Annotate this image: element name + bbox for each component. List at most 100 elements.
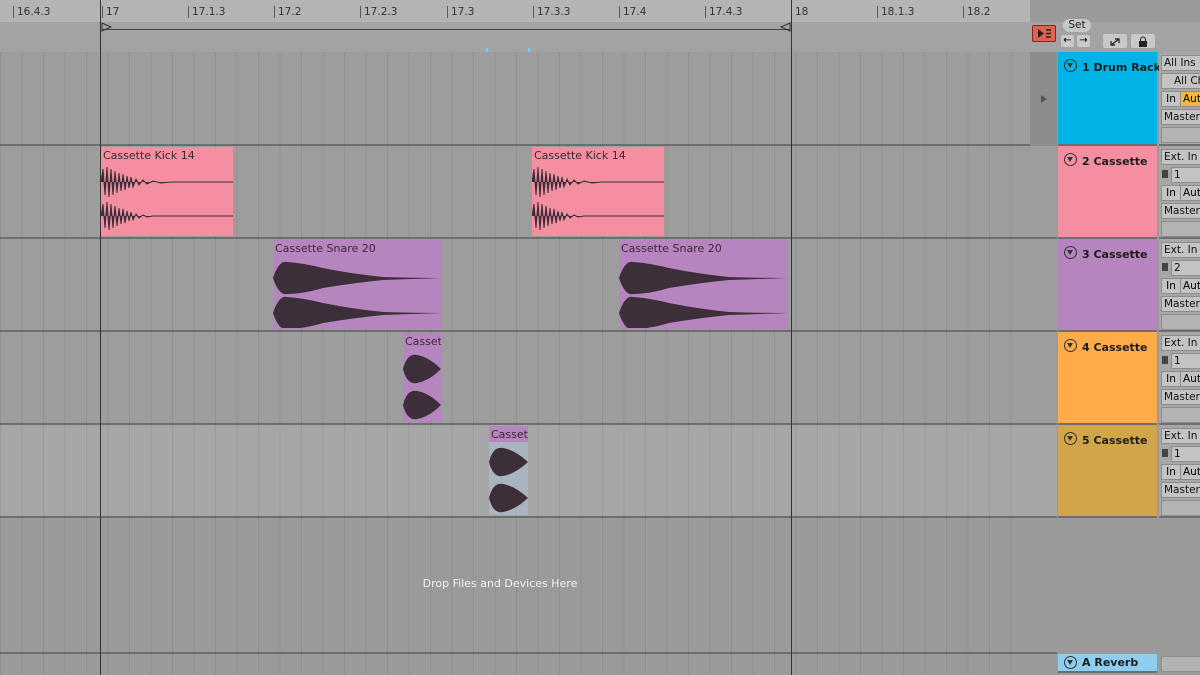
audio-clip-short[interactable]: Casset xyxy=(403,333,441,422)
expand-button[interactable] xyxy=(1103,34,1127,48)
chevron-down-icon[interactable] xyxy=(1064,246,1077,259)
drop-zone[interactable]: Drop Files and Devices Here xyxy=(0,518,1057,654)
checkbox-icon[interactable] xyxy=(1162,356,1168,364)
input-channel-select[interactable]: 2 xyxy=(1171,260,1200,276)
chevron-down-icon[interactable] xyxy=(1064,59,1077,72)
input-type-select[interactable]: Ext. In xyxy=(1161,149,1200,165)
output-channel-select[interactable] xyxy=(1161,314,1200,330)
clip-name: Cassette Kick 14 xyxy=(103,149,195,162)
input-channel-select[interactable]: 1 xyxy=(1171,446,1200,462)
output-channel-select[interactable] xyxy=(1161,221,1200,237)
back-to-arrangement-button[interactable] xyxy=(1032,25,1056,42)
ruler-tick: 17.2.3 xyxy=(360,6,397,18)
track-name[interactable]: A Reverb xyxy=(1082,656,1138,669)
lock-button[interactable] xyxy=(1131,34,1155,48)
audio-clip-kick[interactable]: Cassette Kick 14 xyxy=(101,147,233,236)
play-list-icon xyxy=(1038,29,1051,38)
input-type-select[interactable]: All Ins xyxy=(1161,55,1200,71)
monitor-auto-button[interactable]: Auto xyxy=(1180,371,1200,387)
arrow-right-icon[interactable]: → xyxy=(1077,35,1090,47)
drum-rack-expand-strip[interactable] xyxy=(1030,52,1057,146)
ruler-tick: 17 xyxy=(102,6,119,18)
chevron-down-icon[interactable] xyxy=(1064,153,1077,166)
triangle-right-icon xyxy=(1041,95,1047,103)
output-select[interactable]: Master xyxy=(1161,109,1200,125)
ruler-tick: 16.4.3 xyxy=(13,6,50,18)
checkbox-icon[interactable] xyxy=(1162,449,1168,457)
return-output-box[interactable] xyxy=(1161,656,1200,672)
output-channel-select[interactable] xyxy=(1161,500,1200,516)
output-select[interactable]: Master xyxy=(1161,203,1200,219)
track-lane-return-a[interactable] xyxy=(0,654,1057,675)
track-header-cassette-4[interactable]: 4 Cassette xyxy=(1058,332,1157,425)
monitor-in-button[interactable]: In xyxy=(1161,464,1181,480)
monitor-in-button[interactable]: In xyxy=(1161,185,1181,201)
input-type-select[interactable]: Ext. In xyxy=(1161,428,1200,444)
loop-start-marker-icon[interactable] xyxy=(101,22,113,34)
expand-icon xyxy=(1110,38,1120,46)
clip-name: Cassette Kick 14 xyxy=(534,149,626,162)
ruler-tick: 17.2 xyxy=(274,6,301,18)
waveform xyxy=(619,261,788,328)
track-name[interactable]: 1 Drum Rack xyxy=(1082,61,1161,74)
output-select[interactable]: Master xyxy=(1161,389,1200,405)
monitor-auto-button[interactable]: Auto xyxy=(1180,185,1200,201)
monitor-in-button[interactable]: In xyxy=(1161,278,1181,294)
waveform xyxy=(532,166,664,231)
output-select[interactable]: Master xyxy=(1161,482,1200,498)
track-header-cassette-3[interactable]: 3 Cassette xyxy=(1058,239,1157,332)
lock-icon xyxy=(1139,36,1147,47)
set-button[interactable]: Set xyxy=(1063,19,1091,32)
audio-clip-snare[interactable]: Cassette Snare 20 xyxy=(619,240,788,329)
track-header-cassette-2[interactable]: 2 Cassette xyxy=(1058,146,1157,239)
io-section-drum-rack: All Ins All Ch In Auto Master xyxy=(1159,52,1200,146)
monitor-in-button[interactable]: In xyxy=(1161,371,1181,387)
checkbox-icon[interactable] xyxy=(1162,170,1168,178)
ruler-tick: 17.4.3 xyxy=(705,6,742,18)
audio-clip-kick[interactable]: Cassette Kick 14 xyxy=(532,147,664,236)
monitor-in-button[interactable]: In xyxy=(1161,91,1181,107)
track-header-drum-rack[interactable]: 1 Drum Rack xyxy=(1058,52,1161,146)
track-lane-cassette-4[interactable] xyxy=(0,332,1057,425)
waveform xyxy=(273,261,442,328)
track-name[interactable]: 2 Cassette xyxy=(1082,155,1148,168)
track-name[interactable]: 3 Cassette xyxy=(1082,248,1148,261)
audio-clip-snare[interactable]: Cassette Snare 20 xyxy=(273,240,442,329)
track-lane-cassette-3[interactable] xyxy=(0,239,1057,332)
checkbox-icon[interactable] xyxy=(1162,263,1168,271)
drop-zone-text: Drop Files and Devices Here xyxy=(422,577,578,590)
input-type-select[interactable]: Ext. In xyxy=(1161,335,1200,351)
input-type-select[interactable]: Ext. In xyxy=(1161,242,1200,258)
track-lane-cassette-5[interactable] xyxy=(0,425,1057,518)
output-channel-select[interactable] xyxy=(1161,127,1200,143)
arrow-left-icon[interactable]: ← xyxy=(1061,35,1074,47)
input-channel-select[interactable]: All Ch xyxy=(1161,73,1200,89)
loop-brace[interactable] xyxy=(102,29,790,33)
audio-clip-short-selected[interactable]: Casset xyxy=(489,426,528,515)
track-lane-drum-rack[interactable] xyxy=(0,52,1057,146)
io-section-cassette-4: Ext. In 1 In Auto Master xyxy=(1159,332,1200,425)
clip-name: Casset xyxy=(405,335,441,348)
track-name[interactable]: 4 Cassette xyxy=(1082,341,1148,354)
waveform xyxy=(101,166,233,231)
chevron-right-icon[interactable] xyxy=(1064,656,1077,669)
timeline-ruler[interactable]: 16.4.3 17 17.1.3 17.2 17.2.3 17.3 17.3.3… xyxy=(0,0,1030,23)
output-channel-select[interactable] xyxy=(1161,407,1200,423)
io-section-cassette-5: Ext. In 1 In Auto Master xyxy=(1159,425,1200,518)
monitor-auto-button[interactable]: Auto xyxy=(1180,91,1200,107)
track-name[interactable]: 5 Cassette xyxy=(1082,434,1148,447)
ruler-tick: 17.4 xyxy=(619,6,646,18)
loop-end-marker-icon[interactable] xyxy=(779,22,791,34)
input-channel-select[interactable]: 1 xyxy=(1171,167,1200,183)
chevron-down-icon[interactable] xyxy=(1064,432,1077,445)
input-channel-select[interactable]: 1 xyxy=(1171,353,1200,369)
waveform xyxy=(403,354,441,420)
output-select[interactable]: Master xyxy=(1161,296,1200,312)
track-header-return-a[interactable]: A Reverb xyxy=(1058,654,1157,673)
ruler-tick: 17.3.3 xyxy=(533,6,570,18)
chevron-down-icon[interactable] xyxy=(1064,339,1077,352)
track-header-cassette-5[interactable]: 5 Cassette xyxy=(1058,425,1157,518)
monitor-auto-button[interactable]: Auto xyxy=(1180,464,1200,480)
playhead-line xyxy=(100,0,101,675)
monitor-auto-button[interactable]: Auto xyxy=(1180,278,1200,294)
